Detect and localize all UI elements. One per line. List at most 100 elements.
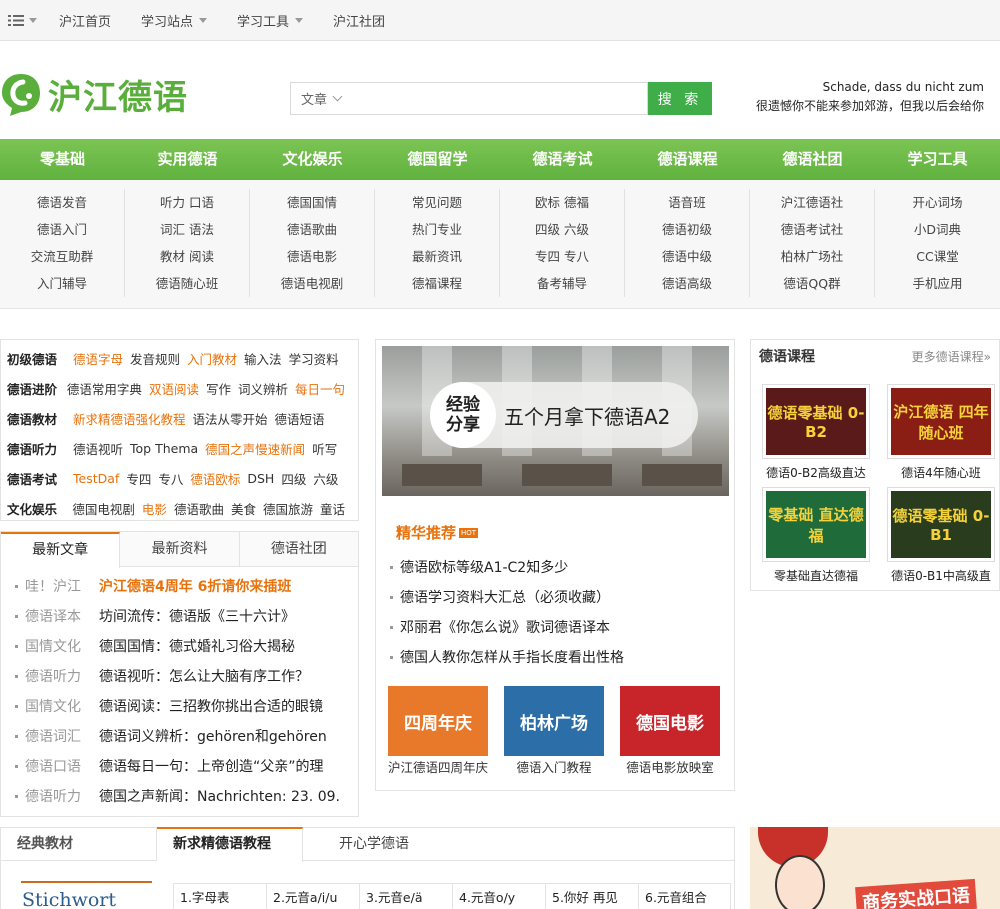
featured-thumb[interactable]: 柏林广场 德语入门教程: [504, 686, 604, 780]
nav-sublink[interactable]: 专四 专八: [535, 243, 589, 270]
featured-item-title[interactable]: 德语学习资料大汇总（必须收藏）: [400, 587, 610, 607]
nav-sublink[interactable]: 备考辅导: [537, 270, 587, 297]
lesson-link[interactable]: 4.元音o/y: [452, 883, 545, 909]
feature-banner[interactable]: 经验分享 五个月拿下德语A2: [382, 346, 729, 496]
lesson-link[interactable]: 3.元音e/ä: [359, 883, 452, 909]
nav-sublink[interactable]: 德语高级: [662, 270, 712, 297]
category-link[interactable]: 学习资料: [289, 349, 339, 368]
nav-category[interactable]: 文化娱乐: [250, 139, 375, 180]
course-caption[interactable]: 德语4年随心班: [887, 459, 995, 487]
news-item[interactable]: 德语词汇 德语词义辨析：gehören和gehören: [15, 721, 358, 751]
news-item[interactable]: 德语口语 德语每日一句：上帝创造“父亲”的理: [15, 751, 358, 781]
topbar-link-tools[interactable]: 学习工具: [222, 11, 318, 30]
news-tag[interactable]: 国情文化: [25, 696, 99, 716]
nav-category[interactable]: 德语考试: [500, 139, 625, 180]
topbar-link-sites[interactable]: 学习站点: [126, 11, 222, 30]
category-link[interactable]: 童话: [320, 499, 345, 518]
textbook-cover[interactable]: Stichwort: [21, 881, 152, 909]
nav-category[interactable]: 德语社团: [750, 139, 875, 180]
news-title[interactable]: 德语阅读：三招教你挑出合适的眼镜: [99, 696, 323, 716]
news-title[interactable]: 德语视听：怎么让大脑有序工作？: [99, 666, 309, 686]
tab-xinqiujing[interactable]: 新求精德语教程: [157, 827, 303, 862]
news-title[interactable]: 沪江德语4周年 6折请你来插班: [99, 576, 291, 596]
news-title[interactable]: 德语词义辨析：gehören和gehören: [99, 726, 327, 746]
news-tag[interactable]: 德语词汇: [25, 726, 99, 746]
nav-sublink[interactable]: 德语歌曲: [287, 216, 337, 243]
news-item[interactable]: 德语听力 德国之声新闻：Nachrichten: 23. 09.: [15, 781, 358, 811]
news-tag[interactable]: 德语听力: [25, 666, 99, 686]
featured-item-title[interactable]: 邓丽君《你怎么说》歌词德语译本: [400, 617, 610, 637]
category-link[interactable]: 入门教材: [187, 349, 237, 368]
category-link[interactable]: 电影: [142, 499, 167, 518]
nav-category[interactable]: 学习工具: [875, 139, 1000, 180]
category-link[interactable]: 词义辨析: [238, 379, 288, 398]
course-caption[interactable]: 德语0-B2高级直达: [762, 459, 870, 487]
category-link[interactable]: 德语字母: [73, 349, 123, 368]
lesson-link[interactable]: 2.元音a/i/u: [266, 883, 359, 909]
tab-german-club[interactable]: 德语社团: [239, 532, 358, 566]
category-link[interactable]: 德国电视剧: [72, 499, 135, 518]
featured-thumb-caption[interactable]: 德语入门教程: [504, 756, 604, 780]
menu-button[interactable]: [0, 14, 44, 27]
nav-sublink[interactable]: 德语入门: [37, 216, 87, 243]
news-title[interactable]: 德国国情：德式婚礼习俗大揭秘: [99, 636, 295, 656]
category-link[interactable]: 专八: [158, 469, 183, 488]
category-link[interactable]: 德语视听: [73, 439, 123, 458]
category-link[interactable]: Top Thema: [130, 441, 198, 456]
featured-thumb-image[interactable]: 德国电影: [620, 686, 720, 756]
nav-sublink[interactable]: 四级 六级: [535, 216, 589, 243]
course-card[interactable]: 零基础 直达德福 零基础直达德福: [762, 487, 870, 590]
featured-item[interactable]: 德语欧标等级A1-C2知多少: [390, 552, 624, 582]
nav-sublink[interactable]: 交流互助群: [31, 243, 94, 270]
news-title[interactable]: 德国之声新闻：Nachrichten: 23. 09.: [99, 786, 340, 806]
course-image[interactable]: 德语零基础 0-B1: [887, 487, 995, 562]
course-card[interactable]: 德语零基础 0-B2 德语0-B2高级直达: [762, 384, 870, 487]
news-item[interactable]: 国情文化 德国国情：德式婚礼习俗大揭秘: [15, 631, 358, 661]
more-courses-link[interactable]: 更多德语课程»: [912, 348, 991, 365]
nav-sublink[interactable]: 教材 阅读: [160, 243, 214, 270]
featured-thumb-image[interactable]: 柏林广场: [504, 686, 604, 756]
nav-category[interactable]: 零基础: [0, 139, 125, 180]
lesson-link[interactable]: 6.元音组合: [638, 883, 731, 909]
category-link[interactable]: 六级: [313, 469, 338, 488]
site-logo[interactable]: 沪江德语: [0, 70, 188, 119]
nav-sublink[interactable]: 柏林广场社: [781, 243, 844, 270]
category-link[interactable]: TestDaf: [73, 471, 119, 486]
category-link[interactable]: 美食: [231, 499, 256, 518]
nav-sublink[interactable]: 入门辅导: [37, 270, 87, 297]
tab-happy-german[interactable]: 开心学德语: [303, 828, 425, 860]
category-link[interactable]: 德国之声慢速新闻: [205, 439, 305, 458]
category-link[interactable]: 德语欧标: [190, 469, 240, 488]
nav-sublink[interactable]: 常见问题: [412, 189, 462, 216]
nav-sublink[interactable]: 德语考试社: [781, 216, 844, 243]
featured-item-title[interactable]: 德国人教你怎样从手指长度看出性格: [400, 647, 624, 667]
nav-sublink[interactable]: 德语QQ群: [783, 270, 840, 297]
nav-category[interactable]: 德语课程: [625, 139, 750, 180]
nav-sublink[interactable]: 手机应用: [912, 270, 962, 297]
news-item[interactable]: 国情文化 德语阅读：三招教你挑出合适的眼镜: [15, 691, 358, 721]
course-card[interactable]: 德语零基础 0-B1 德语0-B1中高级直: [887, 487, 995, 590]
nav-sublink[interactable]: 听力 口语: [160, 189, 214, 216]
course-caption[interactable]: 零基础直达德福: [762, 562, 870, 590]
nav-sublink[interactable]: 热门专业: [412, 216, 462, 243]
lesson-link[interactable]: 5.你好 再见: [545, 883, 638, 909]
nav-sublink[interactable]: 德语电视剧: [281, 270, 344, 297]
course-image[interactable]: 沪江德语 四年 随心班: [887, 384, 995, 459]
nav-sublink[interactable]: 德语发音: [37, 189, 87, 216]
category-link[interactable]: 听写: [312, 439, 337, 458]
news-item[interactable]: 哇！沪江 沪江德语4周年 6折请你来插班: [15, 571, 358, 601]
news-title[interactable]: 德语每日一句：上帝创造“父亲”的理: [99, 756, 324, 776]
topbar-link-home[interactable]: 沪江首页: [44, 11, 126, 30]
nav-sublink[interactable]: 开心词场: [912, 189, 962, 216]
daily-sentence[interactable]: Schade, dass du nicht zum 很遗憾你不能来参加郊游，但我…: [752, 78, 984, 118]
news-tag[interactable]: 国情文化: [25, 636, 99, 656]
search-input[interactable]: [349, 83, 647, 114]
nav-sublink[interactable]: 德语电影: [287, 243, 337, 270]
category-link[interactable]: 德语常用字典: [67, 379, 142, 398]
course-caption[interactable]: 德语0-B1中高级直: [887, 562, 995, 590]
nav-sublink[interactable]: 欧标 德福: [535, 189, 589, 216]
category-link[interactable]: 输入法: [244, 349, 282, 368]
nav-sublink[interactable]: 德语中级: [662, 243, 712, 270]
nav-sublink[interactable]: 词汇 语法: [160, 216, 214, 243]
news-item[interactable]: 德语听力 德语视听：怎么让大脑有序工作？: [15, 661, 358, 691]
